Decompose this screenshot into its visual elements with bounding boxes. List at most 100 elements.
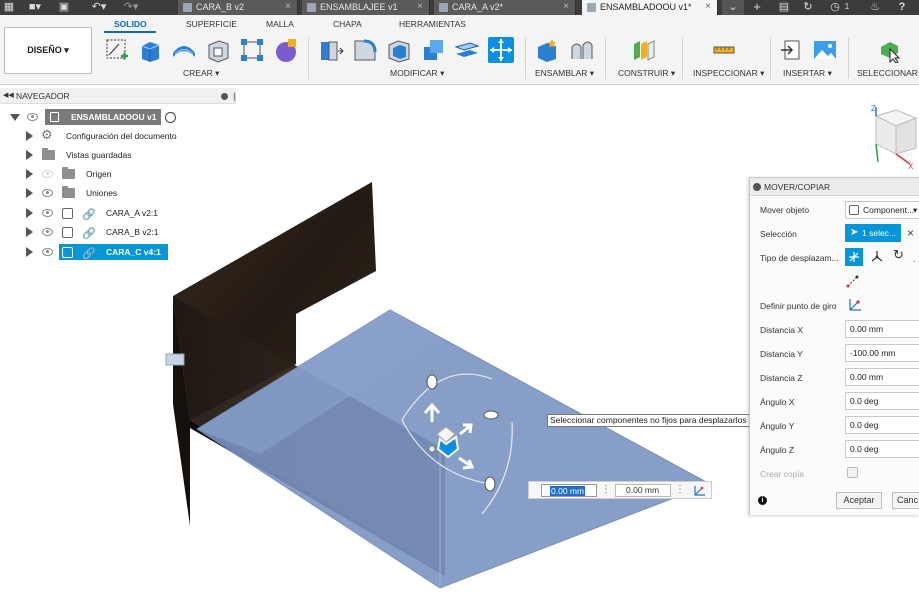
tab-malla[interactable]: MALLA <box>266 19 294 29</box>
create-copy-checkbox[interactable] <box>847 467 858 478</box>
tab-solido[interactable]: SOLIDO <box>114 19 147 29</box>
panel-pin-icon[interactable] <box>753 183 761 191</box>
visibility-eye-icon[interactable] <box>42 228 53 236</box>
accept-button[interactable]: Aceptar <box>836 492 882 509</box>
selection-field[interactable]: ➤ 1 selec... <box>845 224 901 242</box>
new-component-icon[interactable] <box>535 37 561 63</box>
visibility-eye-icon[interactable] <box>27 113 38 121</box>
angle-y-input[interactable]: 0.0 deg <box>845 416 919 434</box>
bell-icon[interactable]: ♨ <box>868 0 882 15</box>
collapse-navigator-icon[interactable]: ◀◀ <box>3 88 14 104</box>
new-tab-plus-icon[interactable]: + <box>748 0 766 15</box>
create-sketch-icon[interactable] <box>104 37 130 63</box>
hidden-eye-icon[interactable] <box>42 170 53 178</box>
offset-face-icon[interactable] <box>454 37 480 63</box>
cancel-button[interactable]: Canc <box>892 492 919 509</box>
app-grid-icon[interactable]: ▦ <box>2 0 16 15</box>
sweep-icon[interactable] <box>205 37 231 63</box>
distance-y-input[interactable]: -100.00 mm <box>845 344 919 362</box>
info-icon[interactable]: i <box>758 496 767 505</box>
tab-chapa[interactable]: CHAPA <box>333 19 362 29</box>
save-icon[interactable]: ▣ <box>56 0 72 15</box>
tree-item-origin[interactable]: Origen <box>0 166 236 182</box>
activate-radio-icon[interactable] <box>165 112 176 123</box>
group-seleccionar[interactable]: SELECCIONAR ▾ <box>857 68 919 79</box>
doc-tab-cara-a[interactable]: CARA_A v2* × <box>434 0 576 15</box>
group-modificar[interactable]: MODIFICAR ▾ <box>390 68 444 79</box>
expand-arrow-icon[interactable] <box>26 208 33 218</box>
point-to-point-icon[interactable]: . <box>913 254 916 264</box>
help-icon[interactable]: ? <box>894 0 910 15</box>
free-move-type-button[interactable] <box>845 248 863 266</box>
move-object-select[interactable]: Component... ▾ <box>845 201 919 219</box>
close-tab-icon[interactable]: × <box>417 0 423 14</box>
tree-item-cara-b[interactable]: 🔗 CARA_B v2:1 <box>0 224 236 240</box>
tree-root-item[interactable]: ENSAMBLADOOU v1 <box>0 109 236 125</box>
point-to-position-icon[interactable] <box>845 274 861 288</box>
expand-arrow-icon[interactable] <box>26 131 33 141</box>
offset-plane-icon[interactable] <box>630 37 656 63</box>
panel-header[interactable]: MOVER/COPIAR <box>750 178 919 196</box>
visibility-eye-icon[interactable] <box>42 209 53 217</box>
select-icon[interactable] <box>876 37 902 63</box>
expand-arrow-icon[interactable] <box>26 150 33 160</box>
rotate-type-icon[interactable]: ↻ <box>893 247 904 263</box>
rectangular-pattern-icon[interactable] <box>239 37 265 63</box>
expand-arrow-icon[interactable] <box>10 114 20 121</box>
clear-selection-icon[interactable]: × <box>907 226 914 240</box>
tab-herramientas[interactable]: HERRAMIENTAS <box>399 19 466 29</box>
navigator-header[interactable]: ◀◀ NAVEGADOR ❙ <box>0 88 238 104</box>
translate-type-icon[interactable] <box>869 249 885 265</box>
revolve-icon[interactable] <box>171 37 197 63</box>
distance-x-input[interactable]: 0.00 mm <box>845 320 919 338</box>
close-tab-icon[interactable]: × <box>563 0 569 14</box>
group-construir[interactable]: CONSTRUIR ▾ <box>618 68 675 79</box>
undo-icon[interactable]: ↶▾ <box>86 0 112 15</box>
navigator-resize-icon[interactable]: ❙ <box>231 88 238 104</box>
insert-derive-icon[interactable] <box>779 37 805 63</box>
create-form-icon[interactable] <box>273 37 299 63</box>
expand-arrow-icon[interactable] <box>26 188 33 198</box>
close-tab-icon[interactable]: × <box>705 0 711 14</box>
angle-x-input[interactable]: 0.0 deg <box>845 392 919 410</box>
set-pivot-icon[interactable] <box>847 296 863 312</box>
inline-distance-input-2[interactable]: 0.00 mm <box>615 484 671 497</box>
workspace-menu-button[interactable]: DISEÑO ▾ <box>4 27 92 74</box>
group-insertar[interactable]: INSERTAR ▾ <box>783 68 832 79</box>
joint-icon[interactable] <box>569 37 595 63</box>
tab-list-chevron-icon[interactable]: ⌄ <box>722 0 744 15</box>
drag-handle-icon[interactable]: ⋮ <box>601 484 611 495</box>
inline-distance-input-1[interactable]: 0.00 mm <box>541 484 597 497</box>
viewcube[interactable]: Z X <box>866 104 919 174</box>
shell-icon[interactable] <box>386 37 412 63</box>
press-pull-icon[interactable] <box>318 37 344 63</box>
pivot-mode-icon[interactable] <box>693 484 707 497</box>
file-menu-icon[interactable]: ■▾ <box>22 0 48 15</box>
tree-item-cara-a[interactable]: 🔗 CARA_A v2:1 <box>0 205 236 221</box>
visibility-eye-icon[interactable] <box>42 248 53 256</box>
clock-icon[interactable]: ◷ <box>828 0 842 15</box>
refresh-icon[interactable]: ↻ <box>800 0 816 15</box>
extrude-icon[interactable] <box>137 37 163 63</box>
doc-tab-ensamblajee[interactable]: ENSAMBLAJEE v1 × <box>302 0 430 15</box>
tree-item-config[interactable]: ⚙ Configuración del documento <box>0 127 236 144</box>
drag-handle-icon[interactable]: ⋮ <box>675 484 685 495</box>
expand-arrow-icon[interactable] <box>26 247 33 257</box>
tree-item-joints[interactable]: Uniones <box>0 185 236 201</box>
measure-icon[interactable] <box>711 37 737 63</box>
group-inspeccionar[interactable]: INSPECCIONAR ▾ <box>693 68 764 79</box>
redo-icon[interactable]: ↷▾ <box>118 0 144 15</box>
tab-superficie[interactable]: SUPERFICIE <box>186 19 237 29</box>
close-tab-icon[interactable]: × <box>285 0 291 14</box>
group-crear[interactable]: CREAR ▾ <box>183 68 219 79</box>
move-copy-icon[interactable] <box>488 37 514 63</box>
expand-arrow-icon[interactable] <box>26 169 33 179</box>
tree-item-cara-c[interactable]: 🔗 CARA_C v4:1 <box>0 244 236 260</box>
group-ensamblar[interactable]: ENSAMBLAR ▾ <box>535 68 594 79</box>
distance-z-input[interactable]: 0.00 mm <box>845 368 919 386</box>
tree-item-saved-views[interactable]: Vistas guardadas <box>0 147 236 163</box>
combine-icon[interactable] <box>420 37 446 63</box>
expand-arrow-icon[interactable] <box>26 227 33 237</box>
angle-z-input[interactable]: 0.0 deg <box>845 440 919 458</box>
navigator-pin-icon[interactable] <box>221 93 228 100</box>
